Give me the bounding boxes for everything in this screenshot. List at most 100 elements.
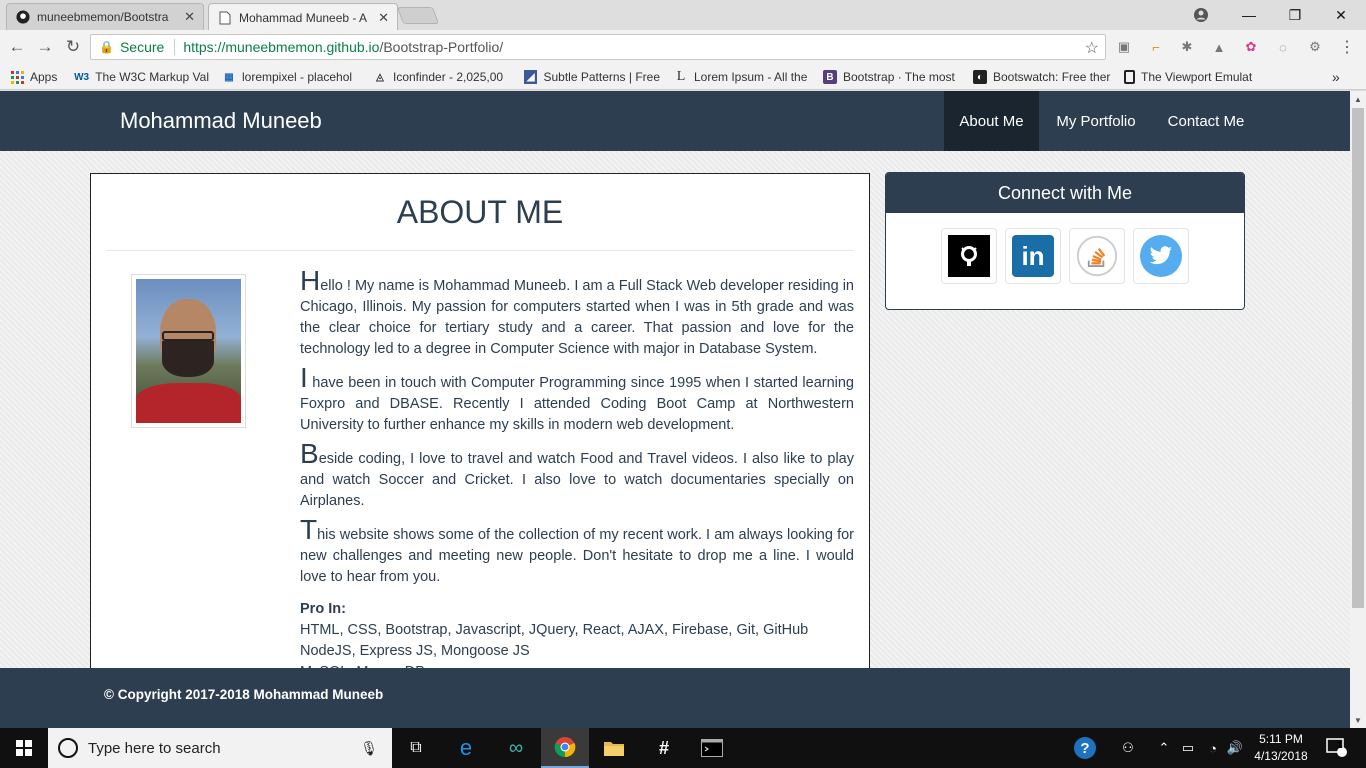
- bookmarks-overflow-button[interactable]: »: [1332, 68, 1346, 86]
- extension-bug-icon[interactable]: ✱: [1178, 38, 1196, 56]
- bookmark-iconfinder[interactable]: ◬ Iconfinder - 2,025,00: [373, 68, 511, 86]
- nav-contact-me[interactable]: Contact Me: [1153, 91, 1259, 151]
- bookmark-viewport-emulator[interactable]: The Viewport Emulat: [1124, 68, 1262, 86]
- lock-icon: 🔒: [99, 40, 114, 54]
- bookmark-subtle-patterns[interactable]: ◢ Subtle Patterns | Free: [524, 68, 660, 86]
- tab-github-repo[interactable]: muneebmemon/Bootstra ✕: [6, 3, 204, 30]
- volume-icon[interactable]: 🔊: [1226, 728, 1244, 768]
- action-center-icon[interactable]: 1: [1322, 728, 1352, 768]
- skills-line: NodeJS, Express JS, Mongoose JS: [300, 643, 530, 659]
- paragraph-text: ello ! My name is Mohammad Muneeb. I am …: [300, 278, 854, 357]
- browser-tab-bar: muneebmemon/Bootstra ✕ Mohammad Muneeb -…: [0, 0, 1366, 31]
- bookmark-bootswatch[interactable]: ◐ Bootswatch: Free ther: [973, 68, 1111, 86]
- show-hidden-icons-icon[interactable]: ⌃: [1156, 728, 1172, 768]
- extension-ruler-icon[interactable]: ⌐: [1147, 38, 1165, 56]
- bio-paragraph: I have been in touch with Computer Progr…: [300, 364, 854, 436]
- scroll-up-icon[interactable]: ▲: [1350, 91, 1366, 107]
- slack-icon[interactable]: #: [640, 728, 688, 768]
- clock-time: 5:11 PM: [1259, 732, 1303, 746]
- new-tab-button[interactable]: [396, 7, 440, 24]
- task-view-icon[interactable]: ⧉: [392, 728, 440, 768]
- close-icon[interactable]: ✕: [378, 10, 389, 26]
- site-brand[interactable]: Mohammad Muneeb: [120, 108, 322, 134]
- extension-colorpicker-icon[interactable]: ✿: [1242, 38, 1260, 56]
- notification-count: 1: [1337, 740, 1343, 751]
- copyright-text: © Copyright 2017-2018 Mohammad Muneeb: [104, 687, 384, 702]
- windows-start-icon[interactable]: [0, 728, 48, 768]
- extension-drive-icon[interactable]: ▲: [1210, 38, 1228, 56]
- taskbar-clock[interactable]: 5:11 PM 4/13/2018: [1248, 731, 1314, 765]
- bookmark-label: lorempixel - placehol: [242, 70, 353, 84]
- skills-label: Pro In:: [300, 601, 346, 617]
- scroll-down-icon[interactable]: ▼: [1350, 712, 1366, 728]
- extension-settings-icon[interactable]: ⚙: [1306, 38, 1324, 56]
- bookmark-label: Subtle Patterns | Free: [543, 70, 660, 84]
- twitter-icon: [1140, 235, 1182, 277]
- search-placeholder: Type here to search: [88, 739, 221, 757]
- stackoverflow-link[interactable]: [1069, 228, 1125, 284]
- taskbar-search-input[interactable]: Type here to search 🎙: [48, 728, 392, 768]
- bookmark-label: Bootswatch: Free ther: [993, 70, 1111, 84]
- forward-icon[interactable]: →: [34, 36, 56, 58]
- document-icon: [217, 10, 233, 26]
- terminal-icon[interactable]: [688, 728, 736, 768]
- bio-text: Hello ! My name is Mohammad Muneeb. I am…: [300, 267, 854, 683]
- bookmark-w3c[interactable]: W3 The W3C Markup Val: [74, 68, 209, 86]
- edge-icon[interactable]: e: [442, 728, 490, 768]
- wifi-icon[interactable]: ◔: [1204, 728, 1222, 768]
- profile-icon[interactable]: [1178, 0, 1224, 30]
- battery-icon[interactable]: ▭: [1178, 728, 1198, 768]
- clock-date: 4/13/2018: [1254, 749, 1308, 763]
- help-icon[interactable]: ?: [1070, 728, 1100, 768]
- tab-portfolio[interactable]: Mohammad Muneeb - A ✕: [208, 3, 398, 31]
- apps-grid-icon: [10, 70, 24, 84]
- extension-circle-icon[interactable]: ◌: [1274, 38, 1292, 56]
- url-path: /Bootstrap-Portfolio/: [379, 39, 504, 55]
- bookmark-lorem-ipsum[interactable]: L Lorem Ipsum - All the: [674, 68, 812, 86]
- bootstrap-icon: B: [823, 70, 837, 84]
- bookmark-label: Lorem Ipsum - All the: [694, 70, 808, 84]
- arduino-icon[interactable]: ∞: [492, 728, 540, 768]
- about-title: ABOUT ME: [396, 194, 564, 230]
- connect-title: Connect with Me: [886, 173, 1244, 213]
- bio-paragraph: This website shows some of the collectio…: [300, 516, 854, 588]
- chrome-icon[interactable]: [541, 728, 589, 768]
- bookmarks-bar: Apps W3 The W3C Markup Val ▦ lorempixel …: [0, 64, 1366, 90]
- restore-icon[interactable]: ❐: [1272, 0, 1318, 30]
- stackoverflow-icon: [1076, 235, 1118, 277]
- url-bar[interactable]: 🔒 Secure https://muneebmemon.github.io/B…: [90, 34, 1106, 60]
- microphone-icon[interactable]: 🎙: [360, 740, 378, 757]
- minimize-icon[interactable]: —: [1226, 0, 1272, 30]
- w3c-icon: W3: [74, 71, 90, 83]
- extension-bag-icon[interactable]: ▣: [1115, 38, 1133, 56]
- reload-icon[interactable]: ↻: [62, 36, 84, 58]
- nav-my-portfolio[interactable]: My Portfolio: [1039, 91, 1153, 151]
- page-scrollbar[interactable]: ▲ ▼: [1350, 91, 1366, 728]
- bookmark-lorempixel[interactable]: ▦ lorempixel - placehol: [222, 68, 358, 86]
- twitter-link[interactable]: [1133, 228, 1189, 284]
- paragraph-text: have been in touch with Computer Program…: [300, 375, 854, 433]
- iconfinder-icon: ◬: [376, 71, 384, 83]
- scroll-thumb[interactable]: [1352, 108, 1364, 608]
- close-window-icon[interactable]: ✕: [1318, 0, 1364, 30]
- linkedin-icon: in: [1012, 235, 1054, 277]
- bookmark-bootstrap[interactable]: B Bootstrap · The most: [823, 68, 959, 86]
- menu-icon[interactable]: ⋮: [1338, 38, 1356, 56]
- file-explorer-icon[interactable]: [590, 728, 638, 768]
- back-icon[interactable]: ←: [6, 36, 28, 58]
- linkedin-link[interactable]: in: [1005, 228, 1061, 284]
- bookmark-star-icon[interactable]: ☆: [1085, 38, 1099, 58]
- bookmark-label: Bootstrap · The most: [843, 70, 955, 84]
- github-link[interactable]: [941, 228, 997, 284]
- drop-cap: T: [300, 514, 318, 545]
- connect-panel: Connect with Me in: [885, 172, 1245, 310]
- bookmark-apps[interactable]: Apps: [10, 68, 70, 86]
- windows-taskbar: Type here to search 🎙 ⧉ e ∞ # ? ⚇ ⌃ ▭ ◔ …: [0, 728, 1366, 768]
- people-icon[interactable]: ⚇: [1116, 728, 1140, 768]
- close-icon[interactable]: ✕: [184, 9, 195, 25]
- lorem-ipsum-icon: L: [676, 69, 686, 84]
- nav-about-me[interactable]: About Me: [944, 91, 1039, 151]
- drop-cap: I: [300, 362, 308, 393]
- divider: [107, 250, 853, 251]
- skills-line: HTML, CSS, Bootstrap, Javascript, JQuery…: [300, 622, 809, 638]
